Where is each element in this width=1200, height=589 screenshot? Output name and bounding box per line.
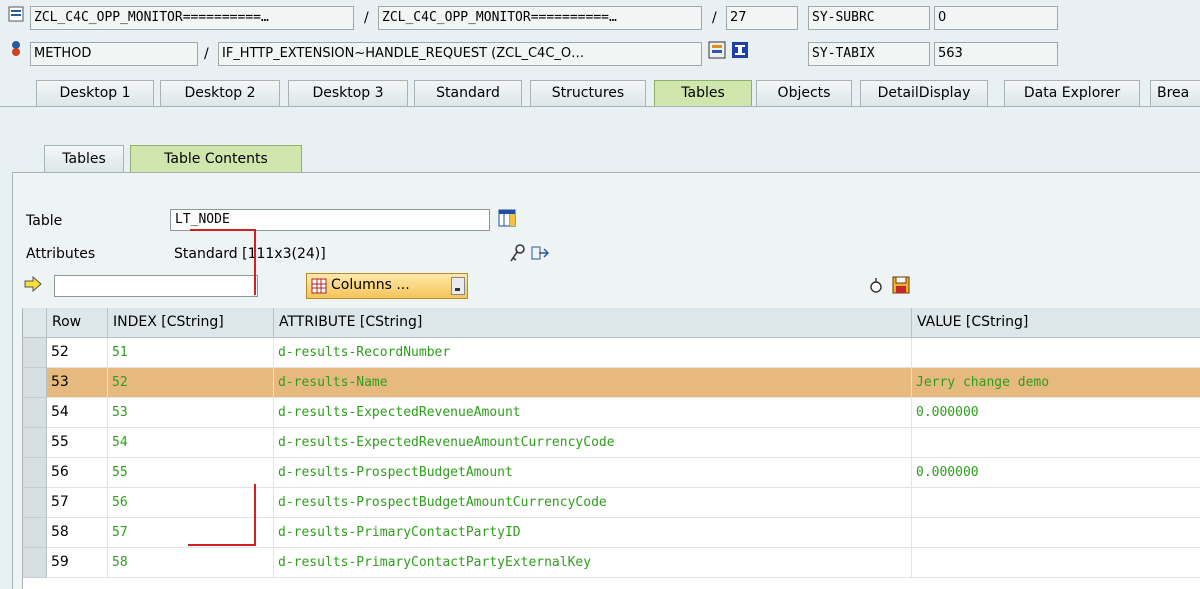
bomb-icon[interactable] bbox=[868, 276, 886, 294]
filter-arrow-icon[interactable] bbox=[24, 275, 42, 294]
type-field[interactable]: METHOD bbox=[30, 42, 198, 66]
index-cell: 58 bbox=[108, 548, 274, 578]
attribute-cell: d-results-PrimaryContactPartyID bbox=[274, 518, 912, 548]
column-header-attribute[interactable]: ATTRIBUTE [CString] bbox=[274, 308, 912, 338]
attribute-cell: d-results-ExpectedRevenueAmountCurrencyC… bbox=[274, 428, 912, 458]
table-label: Table bbox=[26, 213, 63, 229]
tab-desktop-1[interactable]: Desktop 1 bbox=[36, 80, 154, 106]
separator: / bbox=[712, 10, 717, 26]
value-cell: 0.000000 bbox=[912, 458, 1200, 488]
save-icon[interactable] bbox=[892, 276, 910, 294]
value-cell bbox=[912, 338, 1200, 368]
value-cell bbox=[912, 488, 1200, 518]
row-number: 59 bbox=[47, 548, 108, 578]
key-icon[interactable] bbox=[508, 244, 526, 262]
subtab-table-contents[interactable]: Table Contents bbox=[130, 145, 302, 172]
row-number: 53 bbox=[47, 368, 108, 398]
attribute-cell: d-results-Name bbox=[274, 368, 912, 398]
row-selector[interactable] bbox=[23, 428, 47, 458]
row-selector[interactable] bbox=[23, 518, 47, 548]
tab-detaildisplay[interactable]: DetailDisplay bbox=[860, 80, 988, 106]
program-field-1[interactable]: ZCL_C4C_OPP_MONITOR==========… bbox=[30, 6, 354, 30]
tab-structures[interactable]: Structures bbox=[530, 80, 646, 106]
row-number: 55 bbox=[47, 428, 108, 458]
dropdown-icon[interactable] bbox=[451, 277, 465, 295]
index-cell: 54 bbox=[108, 428, 274, 458]
table-row[interactable]: 59 58 d-results-PrimaryContactPartyExter… bbox=[23, 548, 1200, 578]
tab-data-explorer[interactable]: Data Explorer bbox=[1004, 80, 1140, 106]
row-number: 52 bbox=[47, 338, 108, 368]
sy-tabix-label: SY-TABIX bbox=[808, 42, 930, 66]
sy-subrc-label: SY-SUBRC bbox=[808, 6, 930, 30]
value-cell bbox=[912, 548, 1200, 578]
separator: / bbox=[204, 46, 209, 62]
value-cell bbox=[912, 428, 1200, 458]
table-row[interactable]: 52 51 d-results-RecordNumber bbox=[23, 338, 1200, 368]
row-selector[interactable] bbox=[23, 368, 47, 398]
row-number: 56 bbox=[47, 458, 108, 488]
index-cell: 52 bbox=[108, 368, 274, 398]
table-row[interactable]: 54 53 d-results-ExpectedRevenueAmount 0.… bbox=[23, 398, 1200, 428]
column-header-row[interactable]: Row bbox=[47, 308, 108, 338]
columns-button[interactable]: Columns ... bbox=[306, 273, 468, 299]
row-number: 57 bbox=[47, 488, 108, 518]
row-selector[interactable] bbox=[23, 338, 47, 368]
tab-objects[interactable]: Objects bbox=[756, 80, 852, 106]
annotation-line bbox=[188, 544, 256, 546]
attribute-cell: d-results-ExpectedRevenueAmount bbox=[274, 398, 912, 428]
attributes-label: Attributes bbox=[26, 246, 96, 262]
method-icon bbox=[8, 40, 26, 58]
value-cell: Jerry change demo bbox=[912, 368, 1200, 398]
columns-grid-icon bbox=[311, 278, 327, 298]
program-icon bbox=[8, 6, 26, 24]
tab-breakpoints[interactable]: Brea bbox=[1150, 80, 1200, 106]
table-row[interactable]: 55 54 d-results-ExpectedRevenueAmountCur… bbox=[23, 428, 1200, 458]
annotation-line bbox=[190, 229, 256, 231]
separator: / bbox=[364, 10, 369, 26]
column-header-value[interactable]: VALUE [CString] bbox=[912, 308, 1200, 338]
export-icon[interactable] bbox=[530, 244, 550, 262]
program-info-icon[interactable] bbox=[708, 40, 750, 59]
row-number: 58 bbox=[47, 518, 108, 548]
table-contents-grid: Row INDEX [CString] ATTRIBUTE [CString] … bbox=[22, 308, 1200, 589]
index-cell: 55 bbox=[108, 458, 274, 488]
tab-standard[interactable]: Standard bbox=[414, 80, 522, 106]
annotation-line bbox=[254, 484, 256, 546]
index-cell: 56 bbox=[108, 488, 274, 518]
main-tab-strip: Desktop 1 Desktop 2 Desktop 3 Standard S… bbox=[0, 80, 1200, 106]
row-number: 54 bbox=[47, 398, 108, 428]
attribute-cell: d-results-ProspectBudgetAmount bbox=[274, 458, 912, 488]
sy-subrc-value[interactable]: 0 bbox=[934, 6, 1058, 30]
annotation-line bbox=[254, 229, 256, 295]
index-cell: 51 bbox=[108, 338, 274, 368]
sy-tabix-value[interactable]: 563 bbox=[934, 42, 1058, 66]
tab-desktop-3[interactable]: Desktop 3 bbox=[288, 80, 408, 106]
column-header-index[interactable]: INDEX [CString] bbox=[108, 308, 274, 338]
table-row[interactable]: 56 55 d-results-ProspectBudgetAmount 0.0… bbox=[23, 458, 1200, 488]
attribute-cell: d-results-RecordNumber bbox=[274, 338, 912, 368]
tab-tables[interactable]: Tables bbox=[654, 80, 752, 106]
filter-input[interactable] bbox=[54, 275, 258, 297]
grid-corner[interactable] bbox=[23, 308, 47, 338]
program-field-2[interactable]: ZCL_C4C_OPP_MONITOR==========… bbox=[378, 6, 702, 30]
row-selector[interactable] bbox=[23, 458, 47, 488]
table-settings-icon[interactable] bbox=[498, 209, 516, 227]
attributes-value: Standard [111x3(24)] bbox=[174, 246, 326, 262]
columns-button-label: Columns ... bbox=[331, 277, 410, 293]
table-row[interactable]: 57 56 d-results-ProspectBudgetAmountCurr… bbox=[23, 488, 1200, 518]
event-field[interactable]: IF_HTTP_EXTENSION~HANDLE_REQUEST (ZCL_C4… bbox=[218, 42, 702, 66]
tab-desktop-2[interactable]: Desktop 2 bbox=[160, 80, 280, 106]
attribute-cell: d-results-PrimaryContactPartyExternalKey bbox=[274, 548, 912, 578]
attribute-cell: d-results-ProspectBudgetAmountCurrencyCo… bbox=[274, 488, 912, 518]
index-cell: 53 bbox=[108, 398, 274, 428]
table-name-input[interactable]: LT_NODE bbox=[170, 209, 490, 231]
row-selector[interactable] bbox=[23, 488, 47, 518]
value-cell bbox=[912, 518, 1200, 548]
line-field[interactable]: 27 bbox=[726, 6, 798, 30]
table-row-highlighted[interactable]: 53 52 d-results-Name Jerry change demo bbox=[23, 368, 1200, 398]
subtab-tables[interactable]: Tables bbox=[44, 145, 124, 172]
value-cell: 0.000000 bbox=[912, 398, 1200, 428]
row-selector[interactable] bbox=[23, 398, 47, 428]
row-selector[interactable] bbox=[23, 548, 47, 578]
